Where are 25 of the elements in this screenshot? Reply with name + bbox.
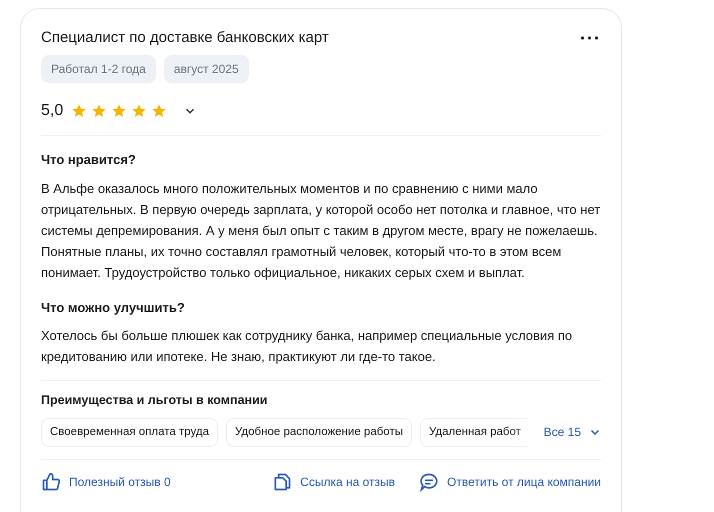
benefit-chip: Удобное расположение работы xyxy=(226,418,412,447)
benefit-chip: Своевременная оплата труда xyxy=(41,418,218,447)
tag: август 2025 xyxy=(164,55,249,83)
tag: Работал 1-2 года xyxy=(41,55,156,83)
star-icon xyxy=(111,103,128,119)
show-all-button[interactable]: Все 15 xyxy=(544,423,601,442)
thumbs-up-icon xyxy=(41,472,61,492)
section-heading: Что нравится? xyxy=(41,152,137,168)
action-link[interactable]: Ответить от лица компании xyxy=(419,472,601,492)
review-title: Специалист по доставке банковских карт xyxy=(41,29,329,47)
more-menu-button[interactable]: ··· xyxy=(572,29,601,47)
benefits-heading: Преимущества и льготы в компании xyxy=(41,392,268,408)
review-text: Хотелось бы больше плюшек как сотруднику банка, например специальные условия по кредитованию или ипотеке. Не знаю, практикуют ли где-то такое. xyxy=(41,327,574,366)
copy-icon xyxy=(272,472,292,492)
review-text: В Альфе оказалось много положительных моментов и по сравнению с ними мало отрицательных. В первую очередь зарплата, у которой особо нет потолка и главное, что нет системы депремирования. А у меня был опыт с таким в другом месте, врагу не пожелаешь. Понятные планы, их точно составлял грамотный человек, который что-то в этом всем понимает. Трудоустройство только официальное, никаких серых схем и выплат. xyxy=(41,180,601,282)
rating-value: 5,0 xyxy=(41,101,64,121)
section-heading: Что можно улучшить? xyxy=(41,300,186,316)
star-icon xyxy=(91,103,108,119)
star-icon xyxy=(151,103,168,119)
star-icon xyxy=(71,103,88,119)
star-icon xyxy=(131,103,148,119)
benefit-chip: Удаленная работ xyxy=(420,418,529,447)
action-link[interactable]: Ссылка на отзыв xyxy=(272,472,396,492)
chat-icon xyxy=(419,472,440,492)
action-link[interactable]: Полезный отзыв 0 xyxy=(41,472,171,492)
